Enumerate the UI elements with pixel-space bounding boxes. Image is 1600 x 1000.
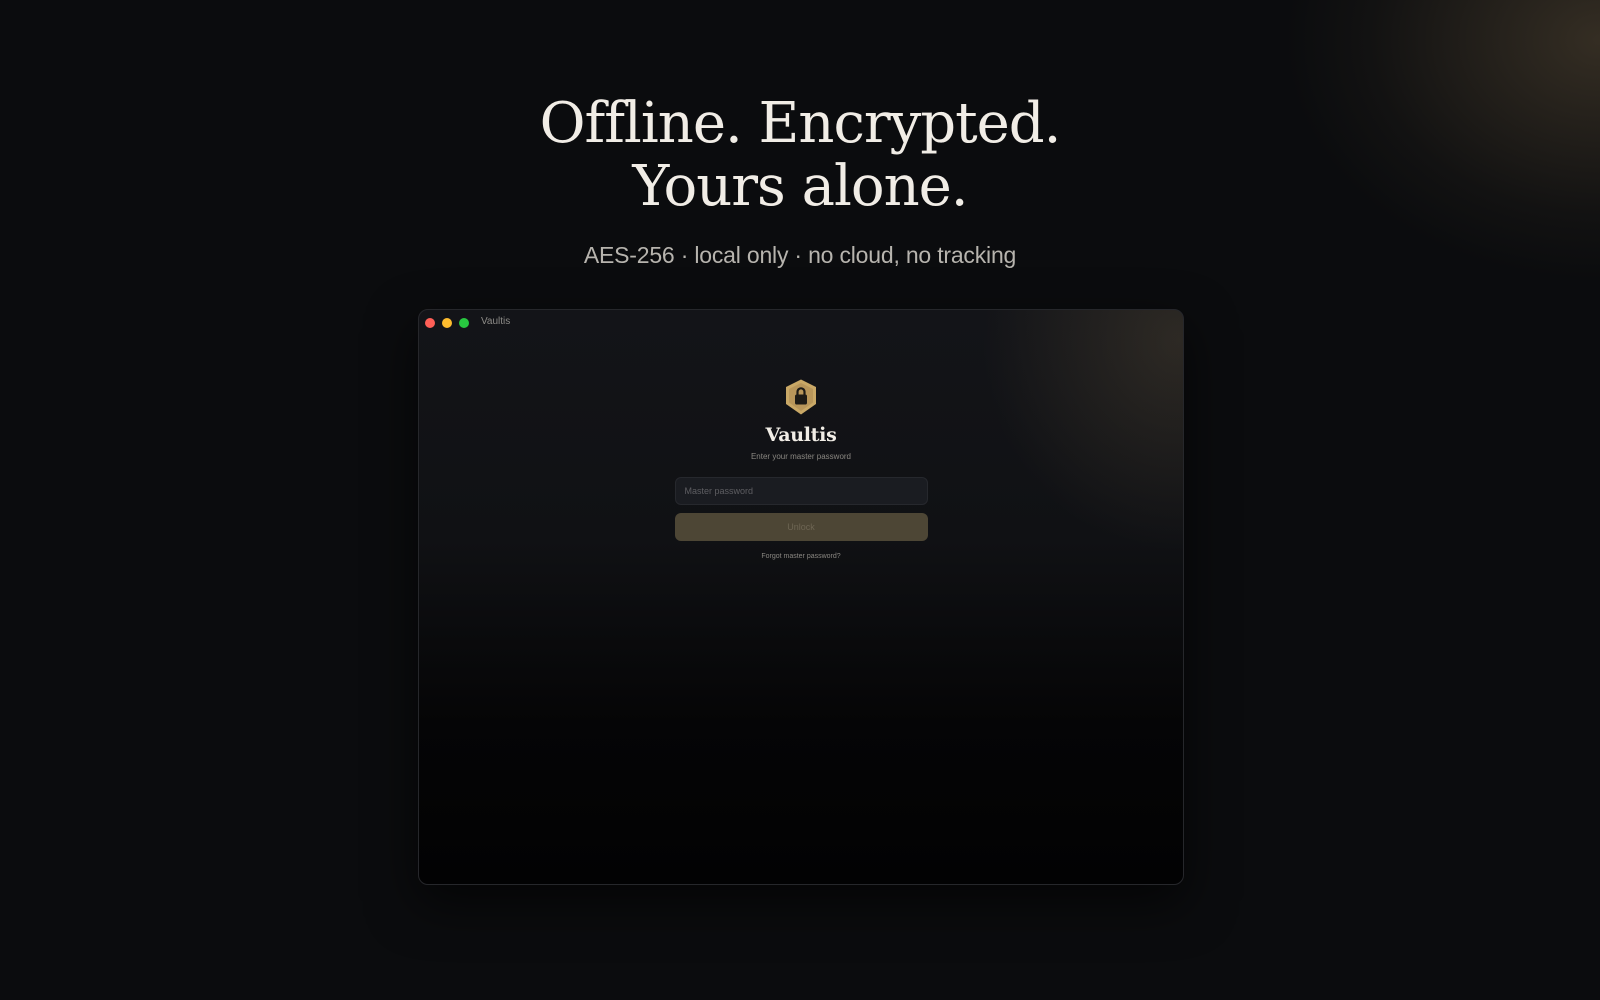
app-window: Vaultis Vaultis Enter your master passwo…: [418, 309, 1184, 885]
hero-title-line-2: Yours alone.: [632, 154, 968, 219]
forgot-password-link[interactable]: Forgot master password?: [761, 553, 840, 560]
hero-title-line-1: Offline. Encrypted.: [539, 91, 1062, 156]
window-zoom-button[interactable]: [459, 318, 469, 328]
window-titlebar[interactable]: Vaultis: [419, 310, 1183, 334]
window-close-button[interactable]: [425, 318, 435, 328]
hero-subtitle: AES-256 · local only · no cloud, no trac…: [583, 242, 1017, 268]
app-name: Vaultis: [765, 424, 837, 446]
login-panel: Vaultis Enter your master password Unloc…: [419, 378, 1183, 563]
window-title: Vaultis: [481, 316, 511, 327]
hero-section: Offline. Encrypted. Yours alone. AES-256…: [0, 92, 1600, 269]
unlock-button[interactable]: Unlock: [674, 513, 928, 541]
hero-title: Offline. Encrypted. Yours alone.: [0, 92, 1600, 218]
login-prompt: Enter your master password: [750, 452, 852, 461]
master-password-input[interactable]: [674, 477, 928, 505]
window-minimize-button[interactable]: [442, 318, 452, 328]
shield-lock-icon: [786, 379, 816, 415]
